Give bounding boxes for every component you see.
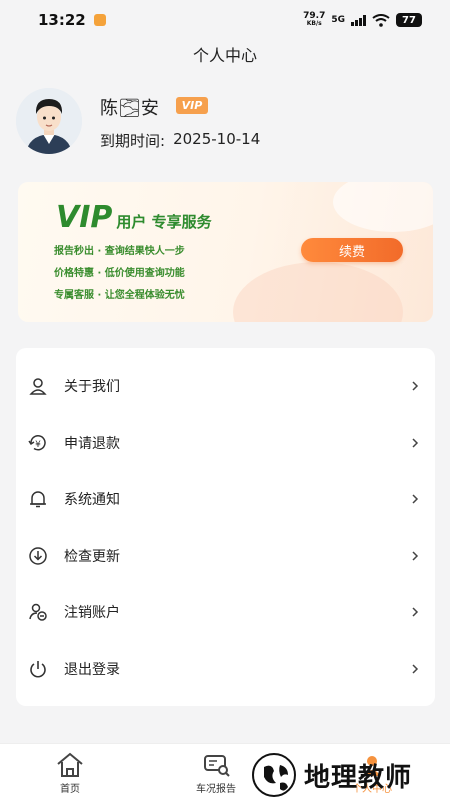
vip-card-title: VIP 用户 专享服务 xyxy=(56,200,212,235)
tab-label: 首页 xyxy=(60,784,80,795)
watermark-text: 地理教师 xyxy=(304,762,413,793)
download-circle-icon xyxy=(28,546,48,566)
card-decoration xyxy=(333,182,433,232)
tab-car-report[interactable]: 车况报告 xyxy=(196,750,236,795)
user-remove-icon xyxy=(28,602,48,622)
perk-item: 专属客服 · 让您全程体验无忧 xyxy=(54,290,185,301)
user-outline-icon xyxy=(28,376,48,396)
menu-item-logout[interactable]: 退出登录 xyxy=(16,641,435,698)
menu-label: 关于我们 xyxy=(64,379,120,396)
power-icon xyxy=(28,659,48,679)
renew-button[interactable]: 续费 xyxy=(301,238,403,262)
menu-label: 检查更新 xyxy=(64,548,120,565)
signal-icon xyxy=(351,14,366,26)
menu-label: 系统通知 xyxy=(64,492,120,509)
expire-label: 到期时间: xyxy=(100,132,166,150)
network-type: 5G xyxy=(331,15,345,25)
battery-indicator: 77 xyxy=(396,13,422,27)
vip-badge: VIP xyxy=(176,97,208,114)
menu-item-delete-account[interactable]: 注销账户 xyxy=(16,584,435,641)
net-speed: 79.7 KB/s xyxy=(303,11,326,28)
chevron-right-icon xyxy=(412,551,419,561)
refund-icon: ¥ xyxy=(28,433,48,453)
avatar[interactable] xyxy=(16,88,82,154)
menu-item-check-update[interactable]: 检查更新 xyxy=(16,528,435,585)
user-name: 陈🌫安 xyxy=(100,98,159,119)
expire-row: 到期时间: 2025-10-14 xyxy=(100,130,260,151)
vip-title-sub: 用户 专享服务 xyxy=(116,213,212,231)
vip-card: VIP 用户 专享服务 报告秒出 · 查询结果快人一步 价格特惠 · 低价使用查… xyxy=(18,182,433,322)
chevron-right-icon xyxy=(412,438,419,448)
expire-date: 2025-10-14 xyxy=(173,130,261,148)
chevron-right-icon xyxy=(412,607,419,617)
menu-item-about[interactable]: 关于我们 xyxy=(16,358,435,415)
wifi-icon xyxy=(372,13,390,27)
page-title: 个人中心 xyxy=(192,46,257,65)
svg-text:¥: ¥ xyxy=(35,440,41,450)
perk-item: 报告秒出 · 查询结果快人一步 xyxy=(54,246,185,257)
bell-icon xyxy=(28,489,48,509)
car-report-icon xyxy=(204,755,230,777)
home-icon xyxy=(57,752,83,777)
menu-item-refund[interactable]: ¥ 申请退款 xyxy=(16,415,435,472)
chevron-right-icon xyxy=(412,664,419,674)
menu-item-notifications[interactable]: 系统通知 xyxy=(16,471,435,528)
tab-home[interactable]: 首页 xyxy=(54,750,86,795)
globe-icon xyxy=(252,753,296,797)
chevron-right-icon xyxy=(412,381,419,391)
perk-item: 价格特惠 · 低价使用查询功能 xyxy=(54,268,185,279)
card-decoration xyxy=(233,262,403,322)
watermark: 地理教师 xyxy=(252,753,412,797)
status-bar: 13:22 79.7 KB/s 5G 77 xyxy=(0,0,450,40)
menu-label: 注销账户 xyxy=(64,605,120,622)
menu-label: 申请退款 xyxy=(64,435,120,452)
settings-menu: 关于我们 ¥ 申请退款 系统通知 检查更新 注销账户 退出登录 xyxy=(16,348,435,706)
vip-title-big: VIP xyxy=(56,200,113,235)
app-notification-icon xyxy=(93,14,106,26)
chevron-right-icon xyxy=(412,494,419,504)
tab-label: 车况报告 xyxy=(196,784,236,795)
profile-section: 陈🌫安 VIP 到期时间: 2025-10-14 xyxy=(16,88,436,160)
status-time: 13:22 xyxy=(38,11,86,29)
menu-label: 退出登录 xyxy=(64,661,120,678)
